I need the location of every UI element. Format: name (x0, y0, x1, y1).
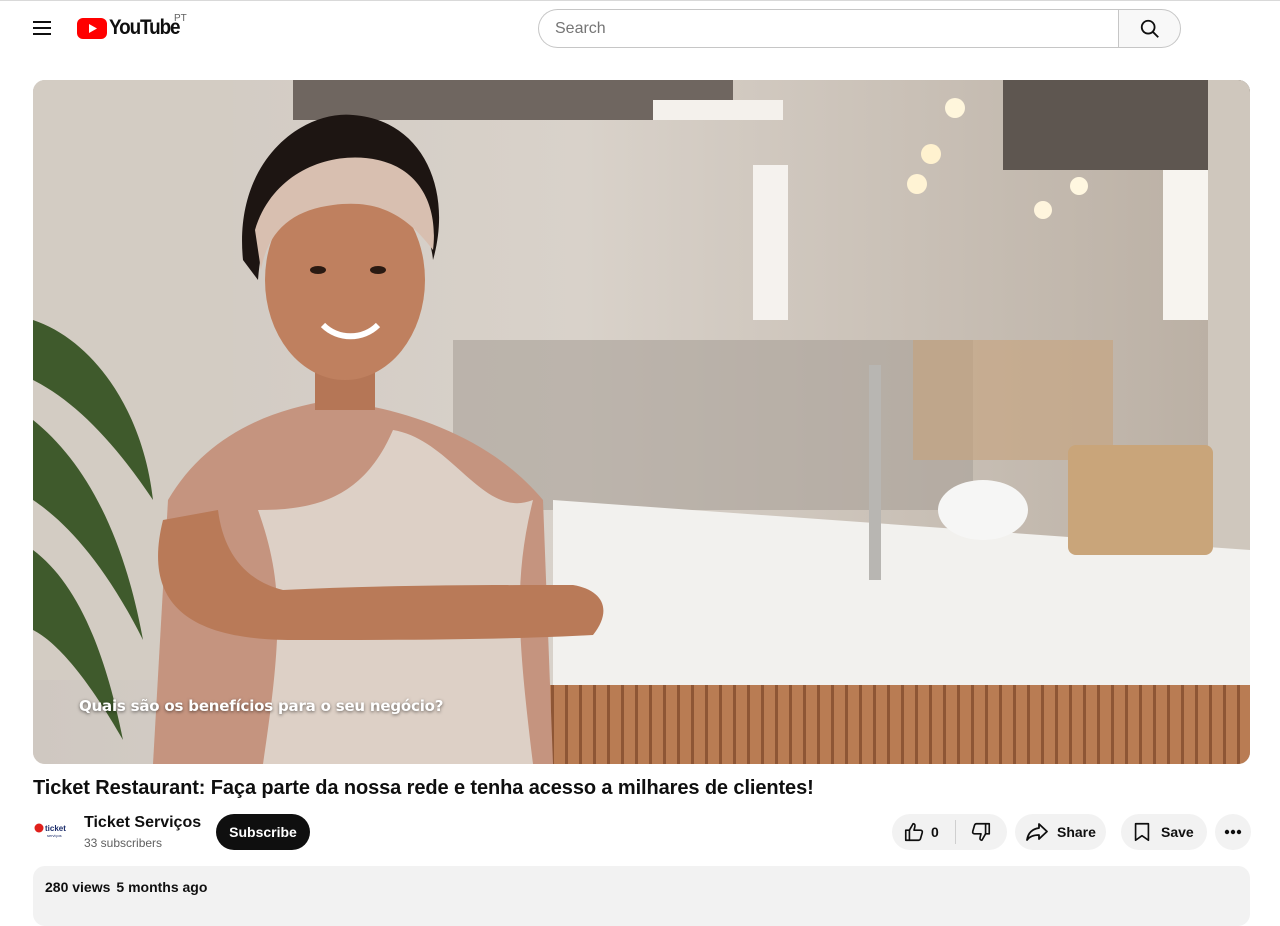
search-button[interactable] (1118, 9, 1181, 48)
logo-text: YouTube (109, 16, 181, 39)
top-border (0, 0, 1280, 1)
publish-date: 5 months ago (116, 879, 208, 895)
video-player[interactable] (33, 80, 1250, 764)
svg-text:ticket: ticket (45, 824, 66, 833)
video-title: Ticket Restaurant: Faça parte da nossa r… (33, 777, 814, 799)
save-button[interactable]: Save (1121, 814, 1207, 850)
like-icon (904, 822, 924, 842)
svg-text:serviços: serviços (47, 833, 62, 838)
search-input[interactable] (538, 9, 1118, 48)
like-button[interactable]: 0 (892, 814, 955, 850)
view-count: 280 views (45, 879, 111, 895)
video-frame (33, 80, 1250, 764)
more-icon (1224, 829, 1242, 835)
channel-name[interactable]: Ticket Serviços (84, 814, 201, 832)
like-count: 0 (931, 824, 939, 840)
channel-logo-icon: ticket serviços (34, 823, 66, 838)
dislike-icon (971, 822, 991, 842)
youtube-logo[interactable]: YouTube (77, 14, 187, 42)
save-icon (1134, 822, 1150, 842)
share-label: Share (1057, 824, 1096, 840)
like-dislike-group: 0 (892, 814, 1007, 850)
search-icon (1140, 19, 1159, 38)
share-icon (1026, 823, 1048, 841)
more-actions-button[interactable] (1215, 814, 1251, 850)
search-bar (538, 9, 1181, 48)
region-code: PT (174, 13, 187, 24)
channel-avatar[interactable]: ticket serviços (33, 816, 73, 844)
youtube-logo-icon (77, 17, 107, 39)
video-meta: 280 views 5 months ago (45, 879, 207, 895)
subscribe-button[interactable]: Subscribe (216, 814, 310, 850)
dislike-button[interactable] (956, 814, 1006, 850)
save-label: Save (1161, 824, 1194, 840)
subscriber-count: 33 subscribers (84, 836, 163, 850)
video-caption: Quais são os benefícios para o seu negóc… (79, 697, 444, 715)
description-box[interactable] (33, 866, 1250, 926)
menu-icon[interactable] (26, 12, 58, 44)
share-button[interactable]: Share (1015, 814, 1106, 850)
